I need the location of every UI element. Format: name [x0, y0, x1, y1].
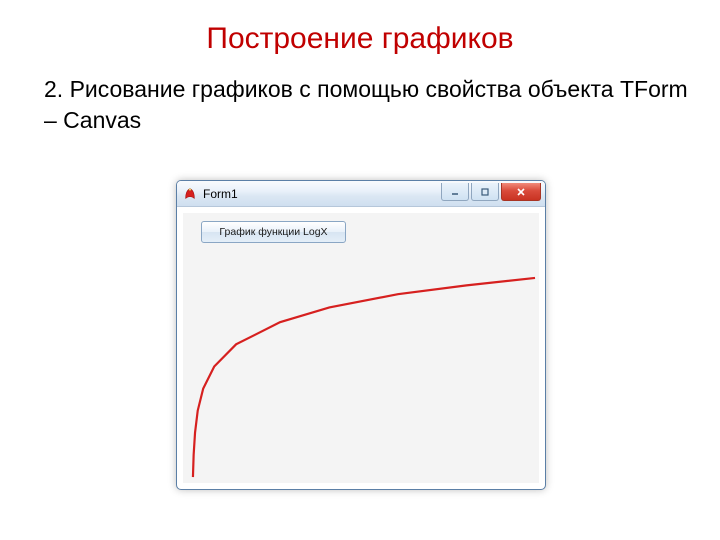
close-button[interactable] [501, 183, 541, 201]
maximize-button[interactable] [471, 183, 499, 201]
minimize-button[interactable] [441, 183, 469, 201]
chart-canvas [183, 213, 539, 483]
app-icon [183, 187, 197, 201]
client-area: График функции LogX [183, 213, 539, 483]
window-title: Form1 [203, 187, 238, 201]
slide-subtitle: 2. Рисование графиков с помощью свойства… [0, 56, 720, 136]
titlebar[interactable]: Form1 [177, 181, 545, 207]
log-curve [193, 278, 535, 477]
app-window: Form1 График функции LogX [176, 180, 546, 490]
slide-title: Построение графиков [0, 0, 720, 56]
